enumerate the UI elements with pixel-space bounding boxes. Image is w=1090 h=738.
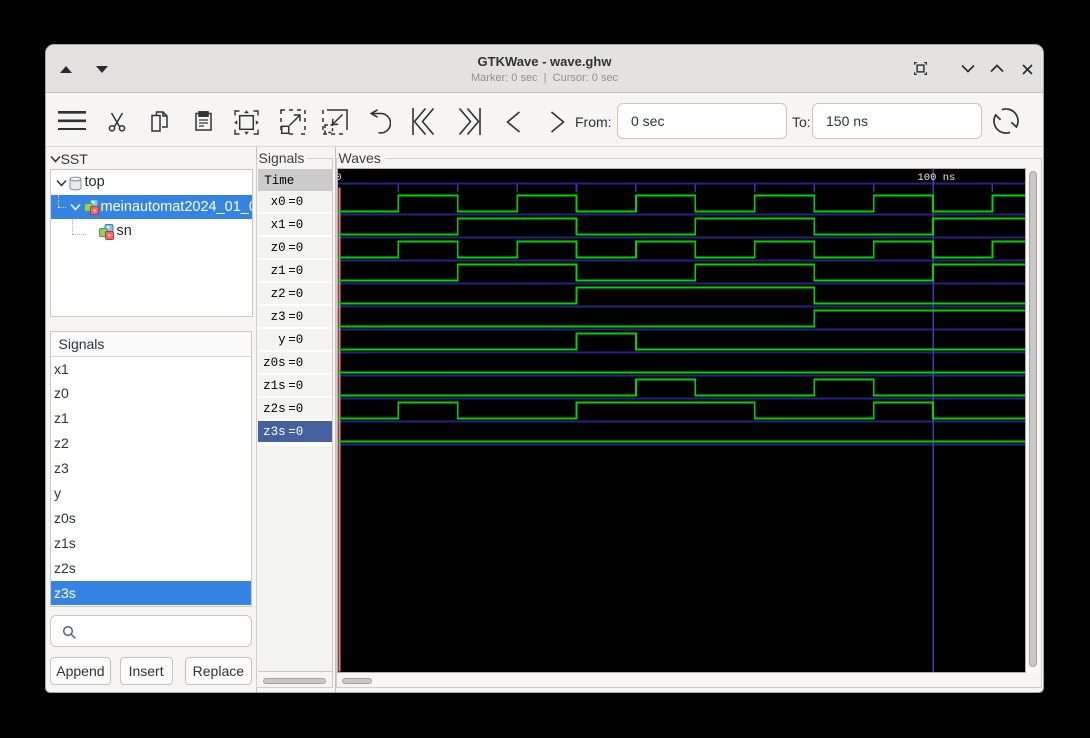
svg-text:0: 0 (338, 172, 342, 184)
svg-text:100 ns: 100 ns (917, 172, 955, 184)
